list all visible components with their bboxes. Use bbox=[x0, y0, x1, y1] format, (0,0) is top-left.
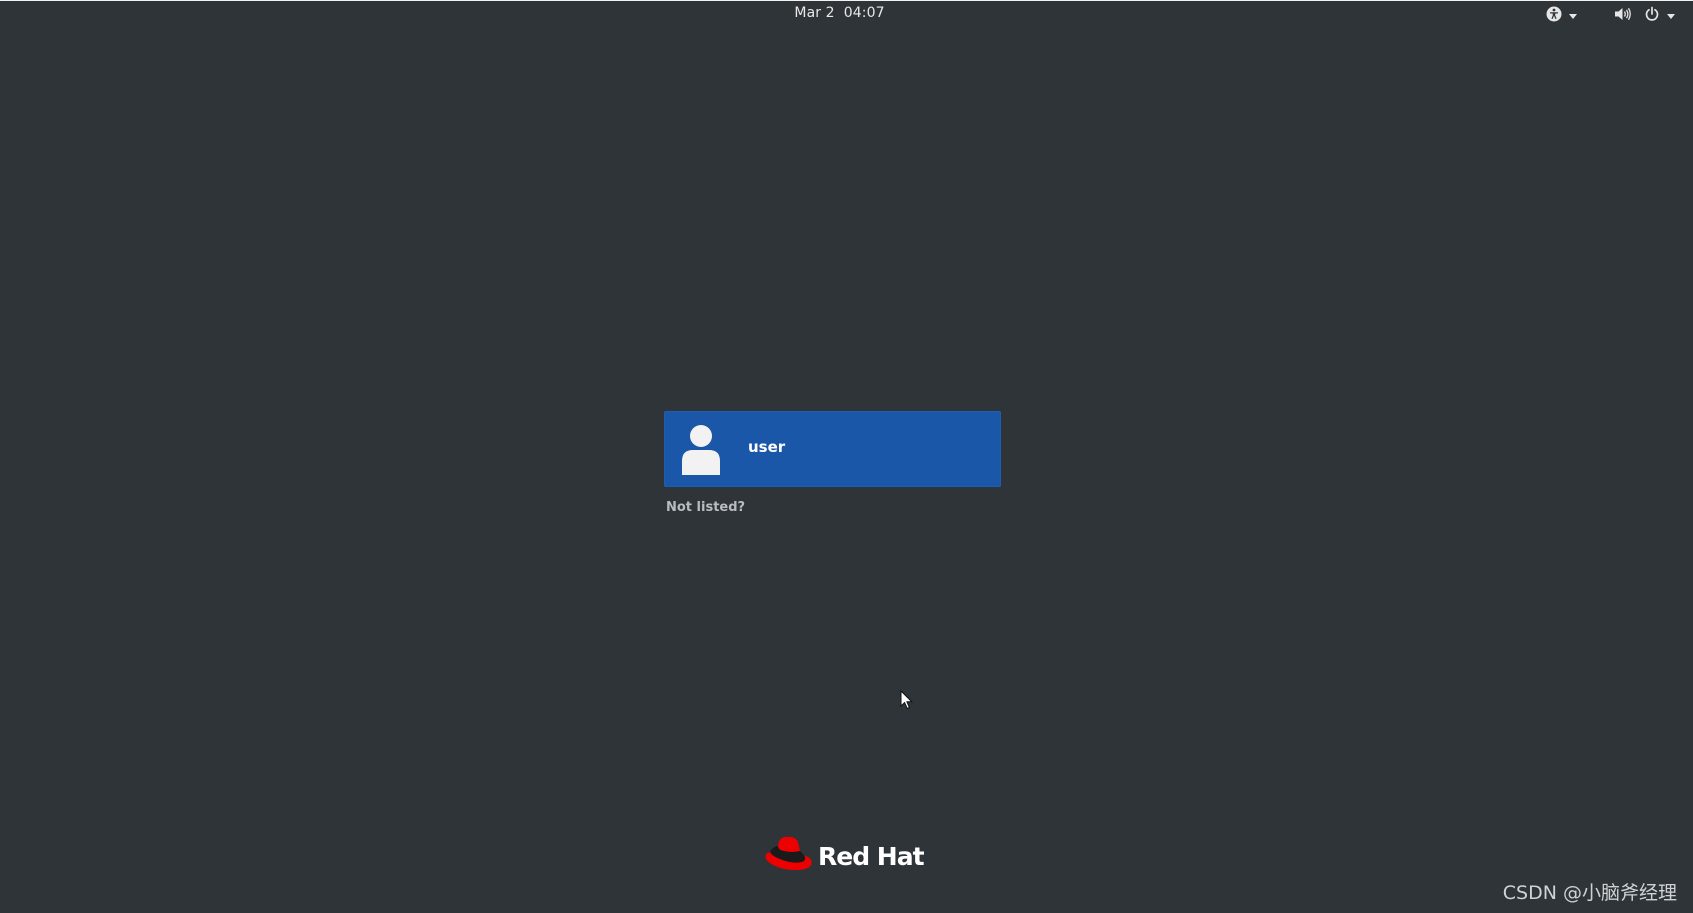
chevron-down-icon bbox=[1569, 13, 1577, 19]
redhat-logo: Red Hat bbox=[764, 834, 925, 876]
user-avatar-icon bbox=[681, 423, 721, 475]
redhat-fedora-icon bbox=[764, 834, 814, 876]
mouse-pointer-icon bbox=[900, 689, 914, 714]
watermark: CSDN @小脑斧经理 bbox=[1502, 882, 1677, 904]
login-screen: Mar 2 04:07 user Not listed? Red Hat CSD… bbox=[0, 0, 1693, 913]
user-name: user bbox=[748, 438, 786, 456]
not-listed-link[interactable]: Not listed? bbox=[666, 500, 745, 515]
user-list-item[interactable]: user bbox=[664, 411, 1001, 487]
volume-icon bbox=[1614, 6, 1632, 26]
power-icon bbox=[1644, 6, 1660, 26]
top-bar: Mar 2 04:07 bbox=[0, 1, 1693, 29]
clock[interactable]: Mar 2 04:07 bbox=[0, 5, 1693, 21]
clock-label: Mar 2 04:07 bbox=[794, 5, 885, 21]
brand-name: Red Hat bbox=[818, 841, 925, 871]
system-menu[interactable] bbox=[1614, 5, 1675, 27]
accessibility-icon bbox=[1546, 6, 1562, 26]
accessibility-menu[interactable] bbox=[1546, 5, 1577, 27]
chevron-down-icon bbox=[1667, 13, 1675, 19]
